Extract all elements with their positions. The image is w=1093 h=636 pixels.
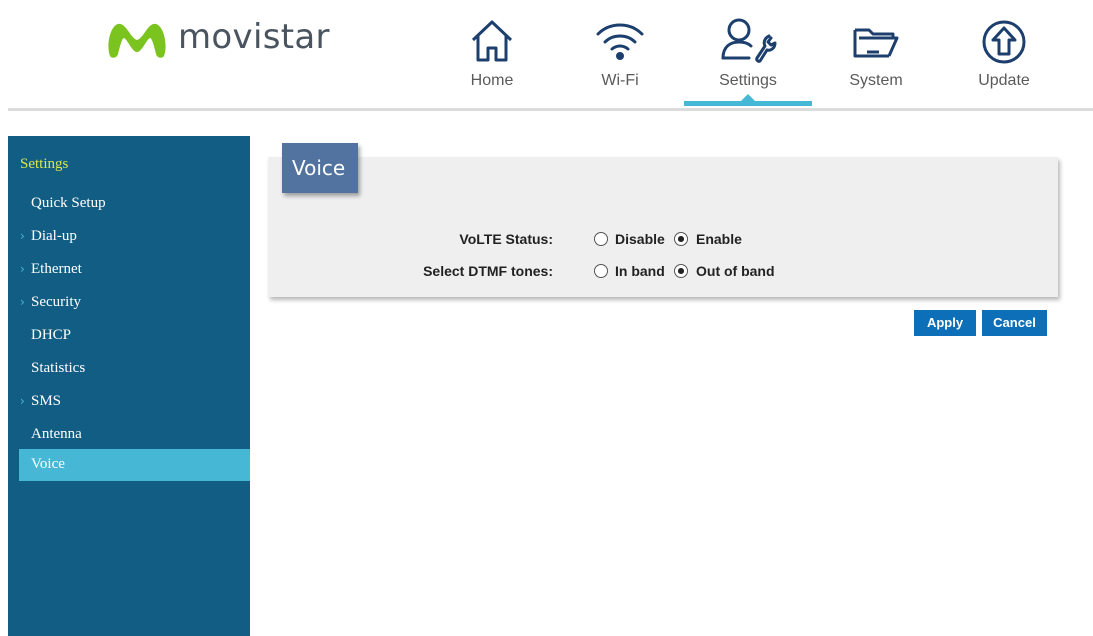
sidebar-item-quick-setup[interactable]: Quick Setup [8,188,250,220]
nav-update-label: Update [978,72,1030,89]
sidebar-item-label: Dial-up [31,228,77,244]
sidebar-item-ethernet[interactable]: › Ethernet [8,254,250,286]
sidebar-item-sms[interactable]: › SMS [8,386,250,418]
nav-wifi-label: Wi-Fi [601,72,639,89]
nav-update[interactable]: Update [940,8,1068,104]
sidebar-item-label: Quick Setup [31,195,106,211]
panel-title: Voice [282,143,358,193]
volte-status-label: VoLTE Status: [459,231,553,247]
volte-enable-label[interactable]: Enable [696,231,742,247]
volte-enable-radio[interactable] [674,232,688,246]
wifi-icon [596,23,644,60]
sidebar-item-label: Ethernet [31,261,82,277]
home-icon [471,20,513,62]
chevron-right-icon: › [20,229,25,243]
sidebar-item-label: Statistics [31,360,86,376]
folder-icon [853,28,899,58]
sidebar: Settings Quick Setup › Dial-up › Etherne… [8,136,250,636]
nav-system[interactable]: System [812,8,940,104]
sidebar-item-dhcp[interactable]: DHCP [8,320,250,352]
apply-button[interactable]: Apply [914,310,976,336]
cancel-button[interactable]: Cancel [982,310,1047,336]
active-nav-indicator [684,94,812,106]
sidebar-item-dial-up[interactable]: › Dial-up [8,221,250,253]
sidebar-item-label: Voice [31,456,65,472]
chevron-right-icon: › [20,295,25,309]
sidebar-item-label: Security [31,294,81,310]
nav-settings[interactable]: Settings [684,8,812,106]
sidebar-item-voice[interactable]: Voice [19,449,250,481]
nav-settings-label: Settings [719,72,777,89]
sidebar-item-security[interactable]: › Security [8,287,250,319]
chevron-right-icon: › [20,394,25,408]
user-wrench-icon [721,18,777,63]
sidebar-item-label: DHCP [31,327,72,343]
dtmf-tones-label: Select DTMF tones: [423,263,553,279]
upload-arrow-icon [982,20,1026,64]
sidebar-item-label: SMS [31,393,62,409]
dtmf-out-of-band-radio[interactable] [674,264,688,278]
nav-system-label: System [849,72,903,89]
sidebar-title: Settings [20,156,69,172]
sidebar-item-statistics[interactable]: Statistics [8,353,250,385]
sidebar-item-antenna[interactable]: Antenna [8,419,250,451]
nav-home[interactable]: Home [428,8,556,104]
dtmf-in-band-label[interactable]: In band [615,263,665,279]
sidebar-item-label: Antenna [31,426,82,442]
nav-home-label: Home [470,72,514,89]
brand-name: movistar [178,17,330,57]
nav-wifi[interactable]: Wi-Fi [556,8,684,104]
header-divider [8,108,1093,111]
movistar-logo: movistar [104,14,330,64]
chevron-right-icon: › [20,262,25,276]
volte-disable-label[interactable]: Disable [615,231,665,247]
volte-disable-radio[interactable] [594,232,608,246]
dtmf-in-band-radio[interactable] [594,264,608,278]
dtmf-out-of-band-label[interactable]: Out of band [696,263,775,279]
movistar-m-logo-icon [108,23,166,58]
